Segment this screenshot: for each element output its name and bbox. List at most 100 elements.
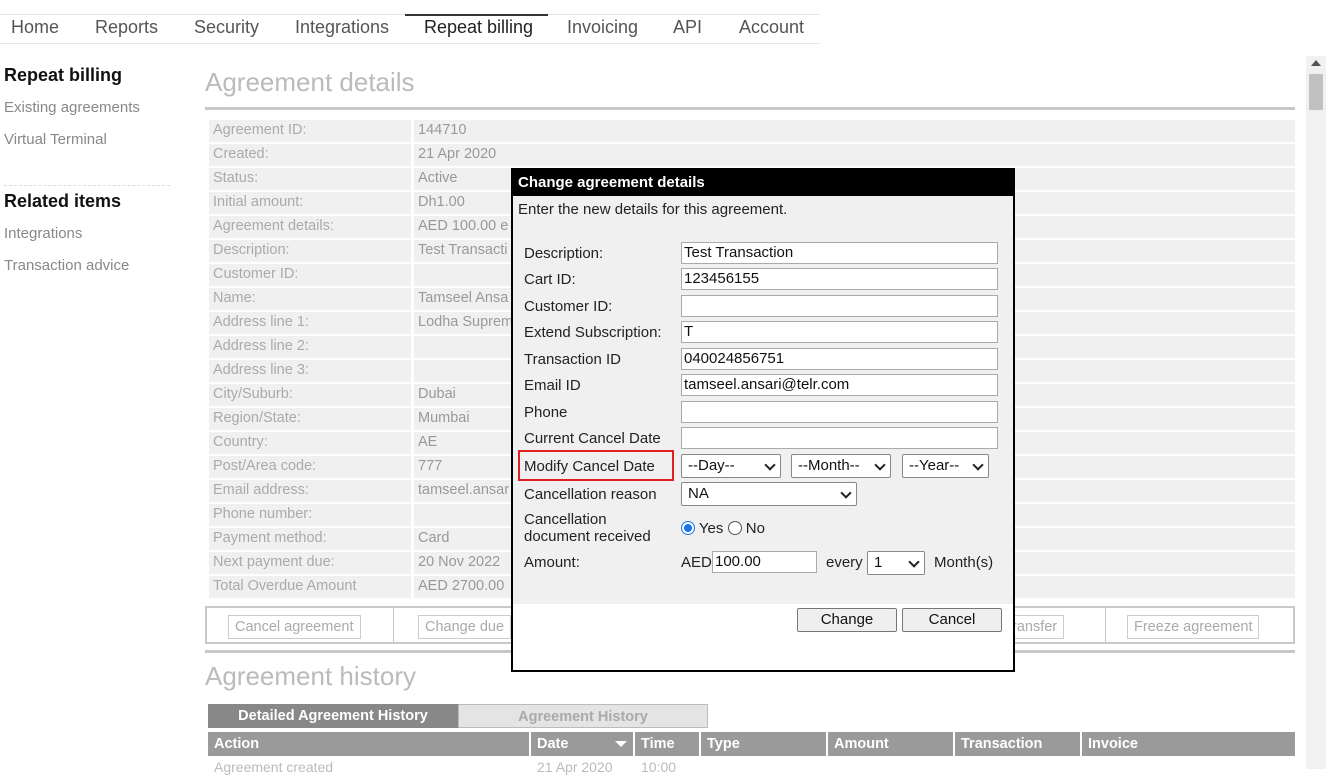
cart-id-input[interactable]: 123456155 (681, 268, 998, 290)
freeze-agreement-button[interactable]: Freeze agreement (1127, 615, 1260, 639)
detail-divider (411, 264, 414, 286)
detail-divider (411, 384, 414, 406)
detail-value: AED 100.00 e (418, 218, 509, 234)
dialog-title: Change agreement details (513, 170, 1013, 196)
document-received-radios: Yes No (681, 520, 765, 537)
period-count-value: 1 (874, 554, 883, 571)
detail-label: Initial amount: (213, 194, 304, 210)
current-cancel-date-label: Current Cancel Date (524, 430, 661, 447)
detail-divider (411, 288, 414, 310)
detail-value: Tamseel Ansa (418, 290, 509, 306)
tab-invoicing[interactable]: Invoicing (557, 6, 648, 44)
document-received-label-line1: Cancellation (524, 511, 607, 528)
detail-divider (411, 432, 414, 454)
cancellation-reason-select[interactable]: NA (681, 482, 857, 506)
detail-label: Address line 3: (213, 362, 309, 378)
description-input[interactable]: Test Transaction (681, 242, 998, 264)
customer-id-label: Customer ID: (524, 298, 613, 315)
tab-detailed-agreement-history[interactable]: Detailed Agreement History (208, 704, 458, 728)
extend-subscription-input[interactable]: T (681, 321, 998, 343)
detail-label: Address line 2: (213, 338, 309, 354)
detail-divider (411, 504, 414, 526)
detail-label: Payment method: (213, 530, 327, 546)
tab-security[interactable]: Security (184, 6, 269, 44)
current-cancel-date-input[interactable] (681, 427, 998, 449)
tab-repeat-billing[interactable]: Repeat billing (405, 14, 548, 42)
col-date-label: Date (537, 736, 569, 752)
phone-input[interactable] (681, 401, 998, 423)
col-date[interactable]: Date (531, 732, 635, 756)
year-select-value: --Year-- (909, 457, 960, 474)
detail-value: Dubai (418, 386, 456, 402)
tab-agreement-history[interactable]: Agreement History (458, 704, 708, 728)
col-amount[interactable]: Amount (828, 732, 955, 756)
history-title: Agreement history (205, 661, 416, 691)
col-transaction[interactable]: Transaction (955, 732, 1082, 756)
tab-account[interactable]: Account (729, 6, 814, 44)
col-time[interactable]: Time (635, 732, 701, 756)
amount-input[interactable]: 100.00 (712, 551, 817, 573)
extend-subscription-label: Extend Subscription: (524, 324, 662, 341)
detail-divider (411, 336, 414, 358)
page-title: Agreement details (205, 67, 415, 97)
day-select-value: --Day-- (688, 457, 735, 474)
cancel-button[interactable]: Cancel (902, 608, 1002, 632)
detail-divider (411, 120, 414, 142)
page-scrollbar[interactable] (1306, 56, 1326, 769)
customer-id-input[interactable] (681, 295, 998, 317)
detail-label: Created: (213, 146, 269, 162)
month-select[interactable]: --Month-- (791, 454, 891, 478)
sidebar-title-related-items: Related items (4, 191, 122, 211)
col-invoice[interactable]: Invoice (1082, 732, 1295, 756)
scroll-thumb[interactable] (1309, 74, 1323, 110)
detail-value: 144710 (418, 122, 467, 138)
change-button[interactable]: Change (797, 608, 897, 632)
yes-radio-label[interactable]: Yes (699, 520, 723, 537)
tab-reports[interactable]: Reports (85, 6, 168, 44)
sidebar-title-repeat-billing: Repeat billing (4, 65, 123, 85)
sidebar-item-integrations[interactable]: Integrations (0, 225, 82, 242)
sort-desc-icon (615, 741, 627, 747)
chevron-down-icon (908, 556, 920, 568)
change-due-button[interactable]: Change due (418, 615, 512, 639)
detail-divider (411, 240, 414, 262)
year-select[interactable]: --Year-- (902, 454, 989, 478)
row-time: 10:00 (641, 759, 677, 775)
cart-id-label: Cart ID: (524, 271, 576, 288)
email-id-label: Email ID (524, 377, 581, 394)
no-radio[interactable] (727, 521, 742, 535)
no-radio-label[interactable]: No (746, 520, 765, 537)
email-id-input[interactable]: tamseel.ansari@telr.com (681, 374, 998, 396)
dialog-intro: Enter the new details for this agreement… (518, 201, 788, 218)
every-label: every (826, 554, 863, 571)
detail-value: Dh1.00 (418, 194, 465, 210)
scroll-up-icon[interactable] (1311, 60, 1321, 66)
detail-label: Name: (213, 290, 256, 306)
sidebar-item-transaction-advice[interactable]: Transaction advice (0, 257, 129, 274)
document-received-label-line2: document received (524, 528, 651, 545)
detail-divider (411, 552, 414, 574)
transaction-id-input[interactable]: 040024856751 (681, 348, 998, 370)
description-label: Description: (524, 245, 604, 262)
cancel-agreement-button[interactable]: Cancel agreement (228, 615, 361, 639)
tab-integrations[interactable]: Integrations (285, 6, 399, 44)
dialog-body: Enter the new details for this agreement… (513, 196, 1013, 604)
detail-label: Email address: (213, 482, 309, 498)
month-select-value: --Month-- (798, 457, 860, 474)
row-date: 21 Apr 2020 (537, 759, 613, 775)
detail-divider (411, 144, 414, 166)
tab-home[interactable]: Home (1, 6, 69, 44)
sidebar-item-existing-agreements[interactable]: Existing agreements (0, 99, 140, 116)
tab-api[interactable]: API (663, 6, 712, 44)
phone-label: Phone (524, 404, 568, 421)
period-count-select[interactable]: 1 (867, 551, 925, 575)
col-action[interactable]: Action (208, 732, 531, 756)
sidebar-item-virtual-terminal[interactable]: Virtual Terminal (0, 131, 107, 148)
day-select[interactable]: --Day-- (681, 454, 781, 478)
transaction-id-label: Transaction ID (524, 351, 621, 368)
yes-radio[interactable] (681, 521, 695, 535)
chevron-down-icon (840, 487, 852, 499)
action-separator (393, 608, 394, 642)
col-type[interactable]: Type (701, 732, 828, 756)
detail-divider (411, 168, 414, 190)
